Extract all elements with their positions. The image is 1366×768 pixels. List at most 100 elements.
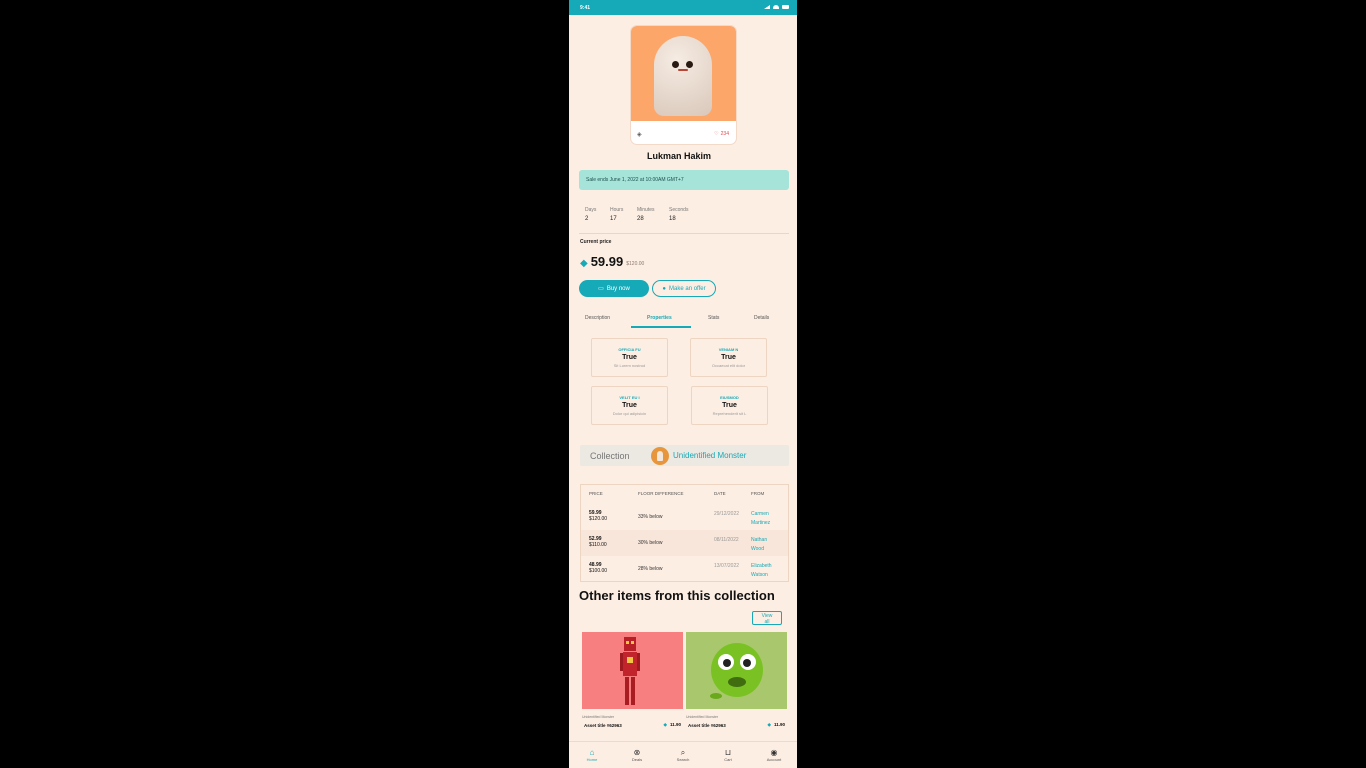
- row-diff: 28% below: [638, 566, 663, 572]
- status-bar: 9:41: [569, 0, 797, 15]
- countdown-minutes: Minutes 28: [637, 207, 655, 222]
- nav-label: Home: [586, 757, 598, 762]
- row-price: 48.99 $100.00: [589, 562, 607, 574]
- battery-icon: [782, 5, 789, 9]
- buy-now-button[interactable]: ▭ Buy now: [579, 280, 649, 297]
- hero-footer: ◈ ♡ 234: [637, 129, 731, 139]
- asset-title: Asset title #62963: [584, 723, 622, 728]
- divider: [579, 233, 789, 234]
- tag-icon: ●: [662, 285, 667, 292]
- collection-name[interactable]: Unidentified Monster: [673, 451, 746, 460]
- ghost-mouth: [678, 69, 688, 71]
- table-header: PRICE FLOOR DIFFERENCE DATE FROM: [581, 485, 788, 503]
- tab-description[interactable]: Description: [585, 315, 610, 321]
- row-diff: 33% below: [638, 514, 663, 520]
- property-value: True: [622, 402, 637, 409]
- asset-collection: Unidentified Monster: [582, 715, 615, 719]
- nav-account[interactable]: ◉ Account: [759, 748, 789, 762]
- like-count: 234: [720, 131, 729, 137]
- collection-bar[interactable]: Collection Unidentified Monster: [580, 445, 789, 466]
- nav-deals[interactable]: ⊗ Deals: [622, 748, 652, 762]
- property-card[interactable]: VELIT EU I True Dolor qui adipisicin: [591, 386, 668, 425]
- row-date: 13/07/2022: [714, 563, 740, 569]
- asset-card[interactable]: Unidentified Monster Asset title #62963 …: [582, 632, 683, 732]
- price-usd: $120.00: [626, 261, 645, 267]
- property-card[interactable]: OFFICIA FU True Sit Lorem nostrud: [591, 338, 668, 377]
- row-price-usd: $120.00: [589, 516, 608, 522]
- ghost-character: [654, 36, 712, 116]
- nav-label: Account: [766, 757, 782, 762]
- bottom-nav: ⌂ Home ⊗ Deals ⌕ Search ⊔ Cart ◉ Account: [569, 741, 797, 768]
- ghost-eye-left: [672, 61, 679, 68]
- status-icons: [764, 5, 789, 9]
- asset-card[interactable]: Unidentified Monster Asset title #62963 …: [686, 632, 787, 732]
- countdown-hours: Hours 17: [610, 207, 623, 222]
- current-price-label: Current price: [580, 239, 612, 245]
- like-button[interactable]: ♡ 234: [714, 131, 729, 137]
- row-price: 59.99 $120.00: [589, 510, 607, 522]
- other-items-title: Other items from this collection: [579, 588, 775, 603]
- property-card[interactable]: EIUSMOD True Reprehenderit sit L: [691, 386, 768, 425]
- countdown-value: 18: [669, 216, 676, 222]
- robot-figure: [620, 637, 640, 705]
- countdown-label: Seconds: [669, 207, 689, 213]
- make-offer-button[interactable]: ● Make an offer: [652, 280, 716, 297]
- row-date: 29/12/2022: [714, 511, 740, 517]
- item-name: Lukman Hakim: [646, 151, 712, 161]
- property-sub: Occaecat elit dolor: [711, 363, 746, 368]
- property-value: True: [722, 402, 737, 409]
- row-from-link[interactable]: Nathan Wood: [751, 536, 781, 554]
- property-sub: Sit Lorem nostrud: [613, 363, 646, 368]
- property-value: True: [721, 354, 736, 361]
- property-key: OFFICIA FU: [618, 347, 641, 352]
- view-all-button[interactable]: View all: [752, 611, 782, 625]
- countdown-label: Hours: [610, 207, 624, 213]
- tab-properties[interactable]: Properties: [647, 315, 672, 321]
- asset-price-value: 11.90: [669, 722, 681, 727]
- property-sub: Dolor qui adipisicin: [612, 411, 647, 416]
- collection-avatar: [651, 447, 669, 465]
- asset-price-value: 11.90: [773, 722, 785, 727]
- row-diff: 30% below: [638, 540, 663, 546]
- countdown-value: 17: [610, 216, 617, 222]
- make-offer-label: Make an offer: [669, 285, 706, 292]
- diamond-icon: ◆: [767, 722, 771, 727]
- countdown-seconds: Seconds 18: [669, 207, 688, 222]
- property-card[interactable]: VENIAM N True Occaecat elit dolor: [690, 338, 767, 377]
- nav-label: Cart: [724, 757, 732, 762]
- countdown-label: Minutes: [637, 207, 655, 213]
- diamond-icon: ◆: [580, 258, 588, 269]
- table-row: 52.99 $110.00 30% below 08/11/2022 Natha…: [581, 530, 788, 556]
- nav-home[interactable]: ⌂ Home: [577, 748, 607, 762]
- row-from-link[interactable]: Elizabeth Watson: [751, 562, 781, 580]
- nav-cart[interactable]: ⊔ Cart: [713, 748, 743, 762]
- property-key: VELIT EU I: [619, 395, 640, 400]
- property-key: EIUSMOD: [720, 395, 739, 400]
- signal-icon: [764, 5, 770, 9]
- asset-title: Asset title #62963: [688, 723, 726, 728]
- chain-icon: ◈: [637, 132, 642, 138]
- tab-stats[interactable]: Stats: [708, 315, 719, 321]
- price-value: 59.99: [590, 254, 624, 269]
- detail-tabs: Description Properties Stats Details: [579, 312, 789, 328]
- diamond-icon: ◆: [663, 722, 667, 727]
- nav-search[interactable]: ⌕ Search: [668, 748, 698, 762]
- row-date: 08/11/2022: [714, 537, 739, 543]
- asset-collection: Unidentified Monster: [686, 715, 719, 719]
- wallet-icon: ▭: [598, 286, 604, 292]
- tab-details[interactable]: Details: [754, 315, 769, 321]
- countdown-label: Days: [585, 207, 597, 213]
- collection-label: Collection: [590, 451, 630, 461]
- nft-hero-card[interactable]: ◈ ♡ 234: [630, 25, 737, 145]
- countdown-value: 2: [585, 216, 589, 222]
- status-time: 9:41: [580, 5, 591, 11]
- countdown-days: Days 2: [585, 207, 596, 222]
- wifi-icon: [773, 5, 779, 9]
- account-icon: ◉: [770, 748, 778, 757]
- header-date: DATE: [714, 491, 726, 496]
- row-from-link[interactable]: Carmen Martinez: [751, 510, 781, 528]
- price-row: ◆ 59.99 $120.00: [580, 254, 644, 269]
- home-icon: ⌂: [589, 748, 595, 757]
- active-tab-indicator: [631, 326, 691, 328]
- nft-image: [631, 26, 736, 121]
